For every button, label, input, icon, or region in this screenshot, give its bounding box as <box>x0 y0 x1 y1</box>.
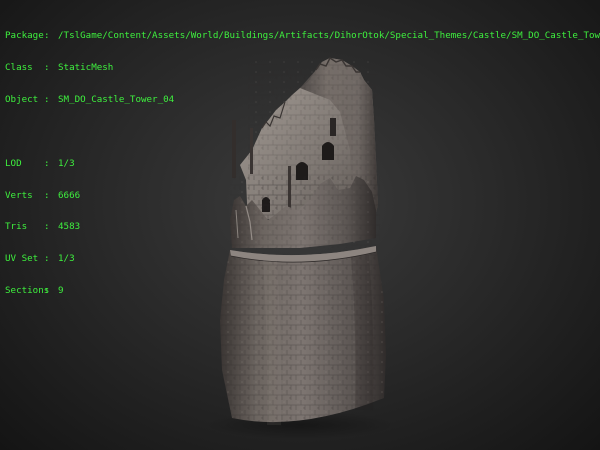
info-value: SM_DO_Castle_Tower_04 <box>58 93 175 105</box>
info-class-row: Class: StaticMesh <box>5 61 600 74</box>
info-package-row: Package: /TslGame/Content/Assets/World/Bu… <box>5 31 600 42</box>
stat-verts-row: Verts:6666 <box>5 189 600 202</box>
stat-key: Verts <box>5 189 33 201</box>
stat-uvset-row: UV Set:1/3 <box>5 253 600 265</box>
info-separator: : <box>44 284 50 296</box>
stat-key: Sections <box>5 284 50 296</box>
stat-value: 4583 <box>58 221 81 233</box>
info-separator: : <box>44 189 50 201</box>
info-value: StaticMesh <box>58 61 114 73</box>
mesh-viewport[interactable]: Package: /TslGame/Content/Assets/World/Bu… <box>0 0 600 450</box>
info-key: Package <box>5 30 44 42</box>
stat-lod-row: LOD:1/3 <box>5 157 600 170</box>
info-separator: : <box>44 253 50 265</box>
mesh-info-overlay: Package: /TslGame/Content/Assets/World/Bu… <box>5 10 600 318</box>
stat-key: UV Set <box>5 253 39 265</box>
stat-value: 6666 <box>58 189 81 201</box>
info-separator: : <box>44 221 50 233</box>
info-key: Class <box>5 61 33 73</box>
stat-key: Tris <box>5 221 28 233</box>
stat-tris-row: Tris:4583 <box>5 222 600 233</box>
info-separator: : <box>44 30 50 42</box>
stat-value: 1/3 <box>58 253 75 265</box>
stat-key: LOD <box>5 157 22 169</box>
info-separator: : <box>44 157 50 169</box>
stat-value: 9 <box>58 284 64 296</box>
info-key: Object <box>5 93 39 105</box>
stat-value: 1/3 <box>58 157 75 169</box>
info-separator: : <box>44 93 50 105</box>
info-value: /TslGame/Content/Assets/World/Buildings/… <box>58 30 600 42</box>
stat-sections-row: Sections:9 <box>5 284 600 297</box>
info-object-row: Object: SM_DO_Castle_Tower_04 <box>5 93 600 106</box>
info-separator: : <box>44 61 50 73</box>
